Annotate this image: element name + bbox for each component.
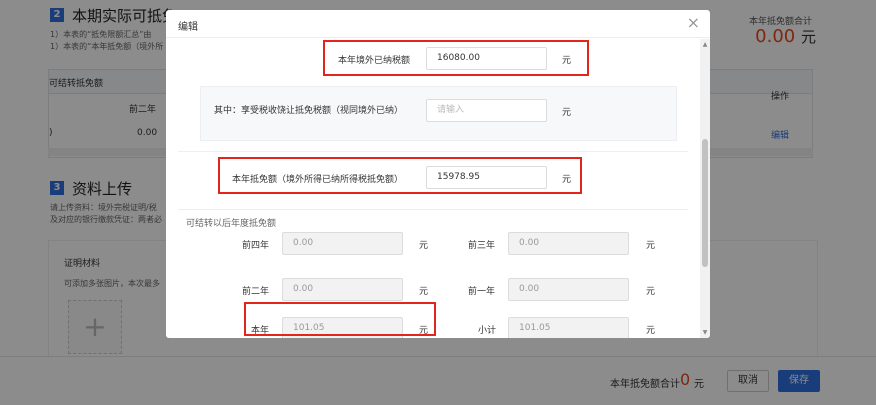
dialog-scrollbar[interactable]: ▲ ▼ (700, 39, 710, 338)
carry-unit-prev3: 元 (646, 241, 656, 251)
dialog-header: 编辑 × (166, 10, 710, 38)
carry-label-prev3: 前三年 (468, 241, 496, 251)
scroll-up-icon[interactable]: ▲ (700, 41, 710, 48)
section-divider (178, 151, 688, 152)
sparing-credit-label: 其中：享受税收饶让抵免税额（视同境外已纳） (214, 106, 404, 116)
scroll-down-icon[interactable]: ▼ (700, 329, 710, 336)
highlight-current-credit (218, 157, 582, 194)
carry-input-prev2[interactable]: 0.00 (282, 278, 403, 301)
carry-input-prev1[interactable]: 0.00 (508, 278, 629, 301)
carry-input-prev4[interactable]: 0.00 (282, 232, 403, 255)
close-icon[interactable]: × (687, 14, 700, 32)
sparing-credit-input[interactable]: 请输入 (426, 99, 547, 122)
scrollbar-thumb[interactable] (702, 139, 708, 267)
carry-unit-prev1: 元 (646, 287, 656, 297)
sparing-credit-unit: 元 (562, 108, 572, 118)
carry-unit-prev2: 元 (419, 287, 429, 297)
carry-unit-prev4: 元 (419, 241, 429, 251)
section-divider (178, 209, 688, 210)
carryforward-title: 可结转以后年度抵免额 (186, 219, 277, 229)
highlight-current-year-carry (244, 302, 436, 336)
carry-label-subtotal: 小计 (478, 326, 497, 336)
carry-input-subtotal[interactable]: 101.05 (508, 317, 629, 338)
dialog-title: 编辑 (178, 22, 198, 33)
carry-label-prev4: 前四年 (242, 241, 270, 251)
carry-label-prev2: 前二年 (242, 287, 270, 297)
carry-input-prev3[interactable]: 0.00 (508, 232, 629, 255)
carry-unit-subtotal: 元 (646, 326, 656, 336)
highlight-foreign-tax-paid (323, 40, 589, 76)
carry-label-prev1: 前一年 (468, 287, 496, 297)
